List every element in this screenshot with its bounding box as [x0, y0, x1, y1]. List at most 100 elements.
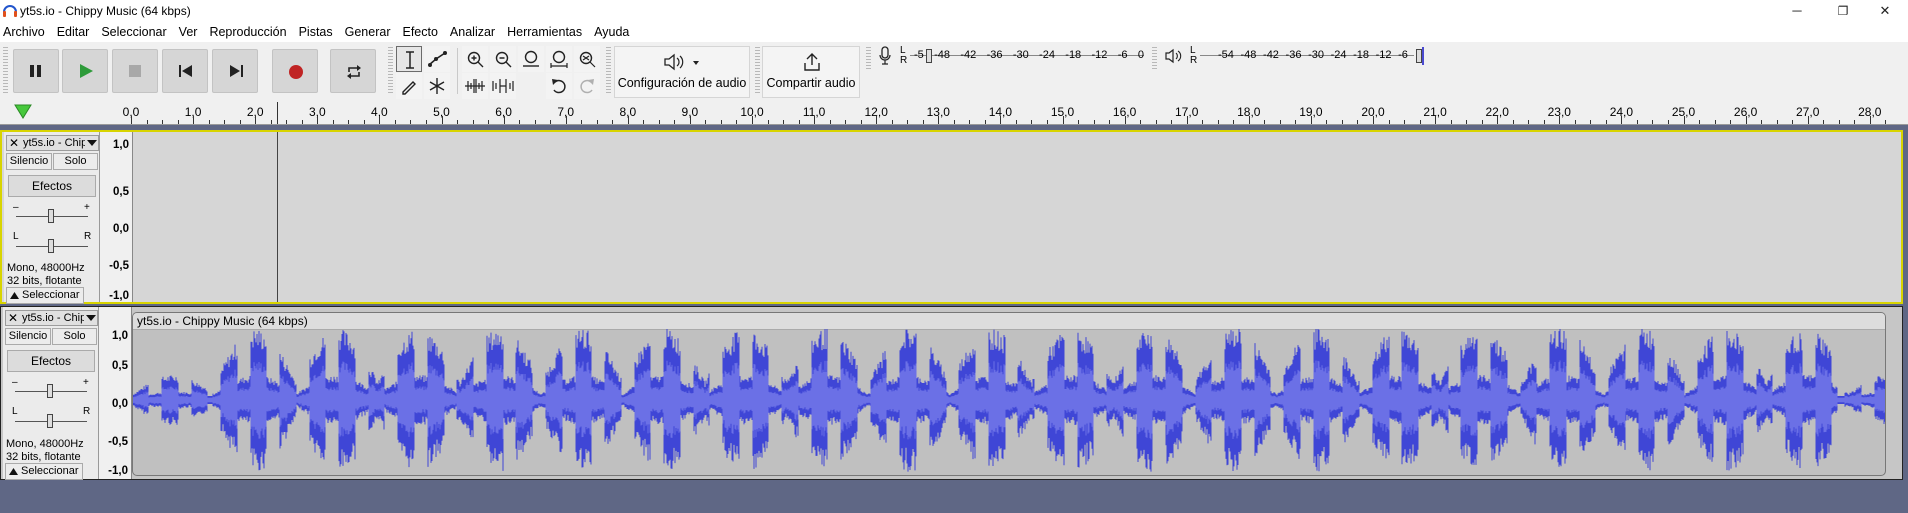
ruler-tick — [1854, 120, 1856, 124]
solo-button[interactable]: Solo — [53, 153, 98, 170]
trim-audio-button[interactable] — [462, 73, 488, 99]
menu-herramientas[interactable]: Herramientas — [501, 22, 588, 42]
zoom-in-button[interactable] — [462, 46, 488, 72]
recording-meter[interactable]: L R -5 -48 -42 -36 -30 -24 -18 -12 -6 0 — [876, 45, 1146, 67]
menu-pistas[interactable]: Pistas — [293, 22, 339, 42]
ruler-tick — [1730, 120, 1732, 124]
track-close-icon[interactable]: ✕ — [8, 311, 18, 325]
playback-meter[interactable]: L R -54 -48 -42 -36 -30 -24 -18 -12 -6 — [1162, 45, 1432, 67]
loop-icon — [347, 65, 361, 79]
meter-tick: -12 — [1375, 49, 1392, 61]
ruler-tick — [1574, 120, 1576, 124]
solo-button[interactable]: Solo — [52, 328, 97, 345]
waveform[interactable] — [133, 329, 1886, 475]
audio-track[interactable]: ✕ yt5s.io - Chip Silencio Solo Efectos –… — [0, 130, 1903, 304]
fit-selection-button[interactable] — [518, 46, 544, 72]
ruler-tick — [1636, 120, 1638, 124]
fit-project-button[interactable] — [546, 46, 572, 72]
track-close-icon[interactable]: ✕ — [9, 136, 19, 150]
menu-generar[interactable]: Generar — [339, 22, 397, 42]
close-button[interactable]: ✕ — [1862, 0, 1908, 22]
minimize-button[interactable]: ─ — [1774, 0, 1820, 22]
track-name-menu[interactable]: ✕ yt5s.io - Chip — [5, 310, 98, 326]
loop-button[interactable] — [330, 49, 376, 93]
meter-tick: -42 — [1263, 49, 1279, 61]
gain-slider[interactable] — [47, 384, 53, 398]
redo-button[interactable] — [574, 73, 600, 99]
menu-analizar[interactable]: Analizar — [444, 22, 501, 42]
vertical-ruler[interactable]: 1,0 0,5 0,0 -0,5 -1,0 — [99, 307, 132, 479]
menu-archivo[interactable]: Archivo — [0, 22, 51, 42]
draw-tool-button[interactable] — [396, 73, 422, 99]
ruler-tick — [1357, 120, 1359, 124]
audio-clip[interactable]: yt5s.io - Chippy Music (64 kbps) — [132, 312, 1886, 476]
toolbar-grip[interactable] — [388, 47, 393, 95]
vertical-ruler[interactable]: 1,0 0,5 0,0 -0,5 -1,0 — [100, 132, 133, 302]
ruler-tick — [1605, 120, 1607, 124]
ruler-tick — [643, 120, 645, 124]
toolbar-grip[interactable] — [606, 47, 611, 95]
share-audio-button[interactable]: Compartir audio — [762, 46, 860, 98]
audio-track[interactable]: ✕ yt5s.io - Chip Silencio Solo Efectos –… — [0, 306, 1903, 480]
multi-tool-button[interactable] — [424, 73, 450, 99]
effects-button[interactable]: Efectos — [7, 350, 95, 372]
ruler-tick — [1543, 120, 1545, 124]
audio-setup-label: Configuración de audio — [617, 76, 747, 90]
select-track-button[interactable]: Seleccionar — [5, 463, 83, 480]
menu-reproduccion[interactable]: Reproducción — [203, 22, 292, 42]
menu-ayuda[interactable]: Ayuda — [588, 22, 635, 42]
maximize-button[interactable]: ❐ — [1820, 0, 1866, 22]
selection-tool-button[interactable] — [396, 46, 422, 72]
toolbar-grip[interactable] — [755, 47, 760, 95]
play-button[interactable] — [62, 49, 108, 93]
record-button[interactable] — [272, 49, 318, 93]
ruler-tick — [1512, 120, 1514, 124]
pan-l-label: L — [13, 231, 19, 242]
track-bitdepth-info: 32 bits, flotante — [7, 275, 82, 287]
mute-button[interactable]: Silencio — [5, 328, 51, 345]
zoom-out-button[interactable] — [490, 46, 516, 72]
toolbar-grip[interactable] — [866, 47, 871, 69]
timeline-ruler[interactable]: 0,0 1,0 2,0 3,0 4,0 5,0 6,0 7,0 8,0 9,0 10,0 11,0 12… — [0, 100, 1908, 125]
pan-slider[interactable] — [47, 414, 53, 428]
meter-slider-thumb[interactable] — [926, 49, 932, 63]
menu-efecto[interactable]: Efecto — [396, 22, 443, 42]
menu-seleccionar[interactable]: Seleccionar — [95, 22, 172, 42]
track-name-menu[interactable]: ✕ yt5s.io - Chip — [6, 135, 99, 151]
gain-slider[interactable] — [48, 209, 54, 223]
clip-header[interactable]: yt5s.io - Chippy Music (64 kbps) — [133, 313, 1885, 330]
stop-button[interactable] — [112, 49, 158, 93]
undo-button[interactable] — [546, 73, 572, 99]
ruler-tick — [845, 120, 847, 124]
title-bar: yt5s.io - Chippy Music (64 kbps) ─ ❐ ✕ — [0, 0, 1908, 22]
toolbar-grip[interactable] — [1152, 47, 1157, 69]
envelope-tool-button[interactable] — [424, 46, 450, 72]
pencil-icon — [402, 81, 416, 95]
zoom-toggle-button[interactable] — [574, 46, 600, 72]
playhead-marker[interactable] — [277, 102, 278, 124]
effects-button[interactable]: Efectos — [8, 175, 96, 197]
ruler-tick — [1667, 120, 1669, 124]
ruler-tick — [550, 120, 552, 124]
ruler-tick — [379, 116, 381, 124]
meter-r-label: R — [900, 55, 908, 66]
meter-tick: -6 — [1398, 49, 1408, 61]
skip-to-end-button[interactable] — [212, 49, 258, 93]
select-track-button[interactable]: Seleccionar — [6, 287, 84, 304]
mute-button[interactable]: Silencio — [6, 153, 52, 170]
audio-setup-button[interactable]: Configuración de audio — [614, 46, 750, 98]
skip-to-start-button[interactable] — [162, 49, 208, 93]
track-format-info: Mono, 48000Hz — [7, 262, 85, 274]
pause-button[interactable] — [13, 49, 59, 93]
menu-editar[interactable]: Editar — [51, 22, 96, 42]
vruler-label: -0,5 — [108, 436, 128, 448]
ruler-tick — [1481, 120, 1483, 124]
empty-track-area[interactable] — [133, 132, 1901, 302]
pan-slider[interactable] — [48, 239, 54, 253]
ruler-tick — [876, 116, 878, 124]
silence-audio-button[interactable] — [490, 73, 516, 99]
menu-ver[interactable]: Ver — [173, 22, 204, 42]
ruler-tick — [1823, 120, 1825, 124]
toolbar-grip[interactable] — [3, 47, 8, 95]
ruler-tick — [1093, 120, 1095, 124]
